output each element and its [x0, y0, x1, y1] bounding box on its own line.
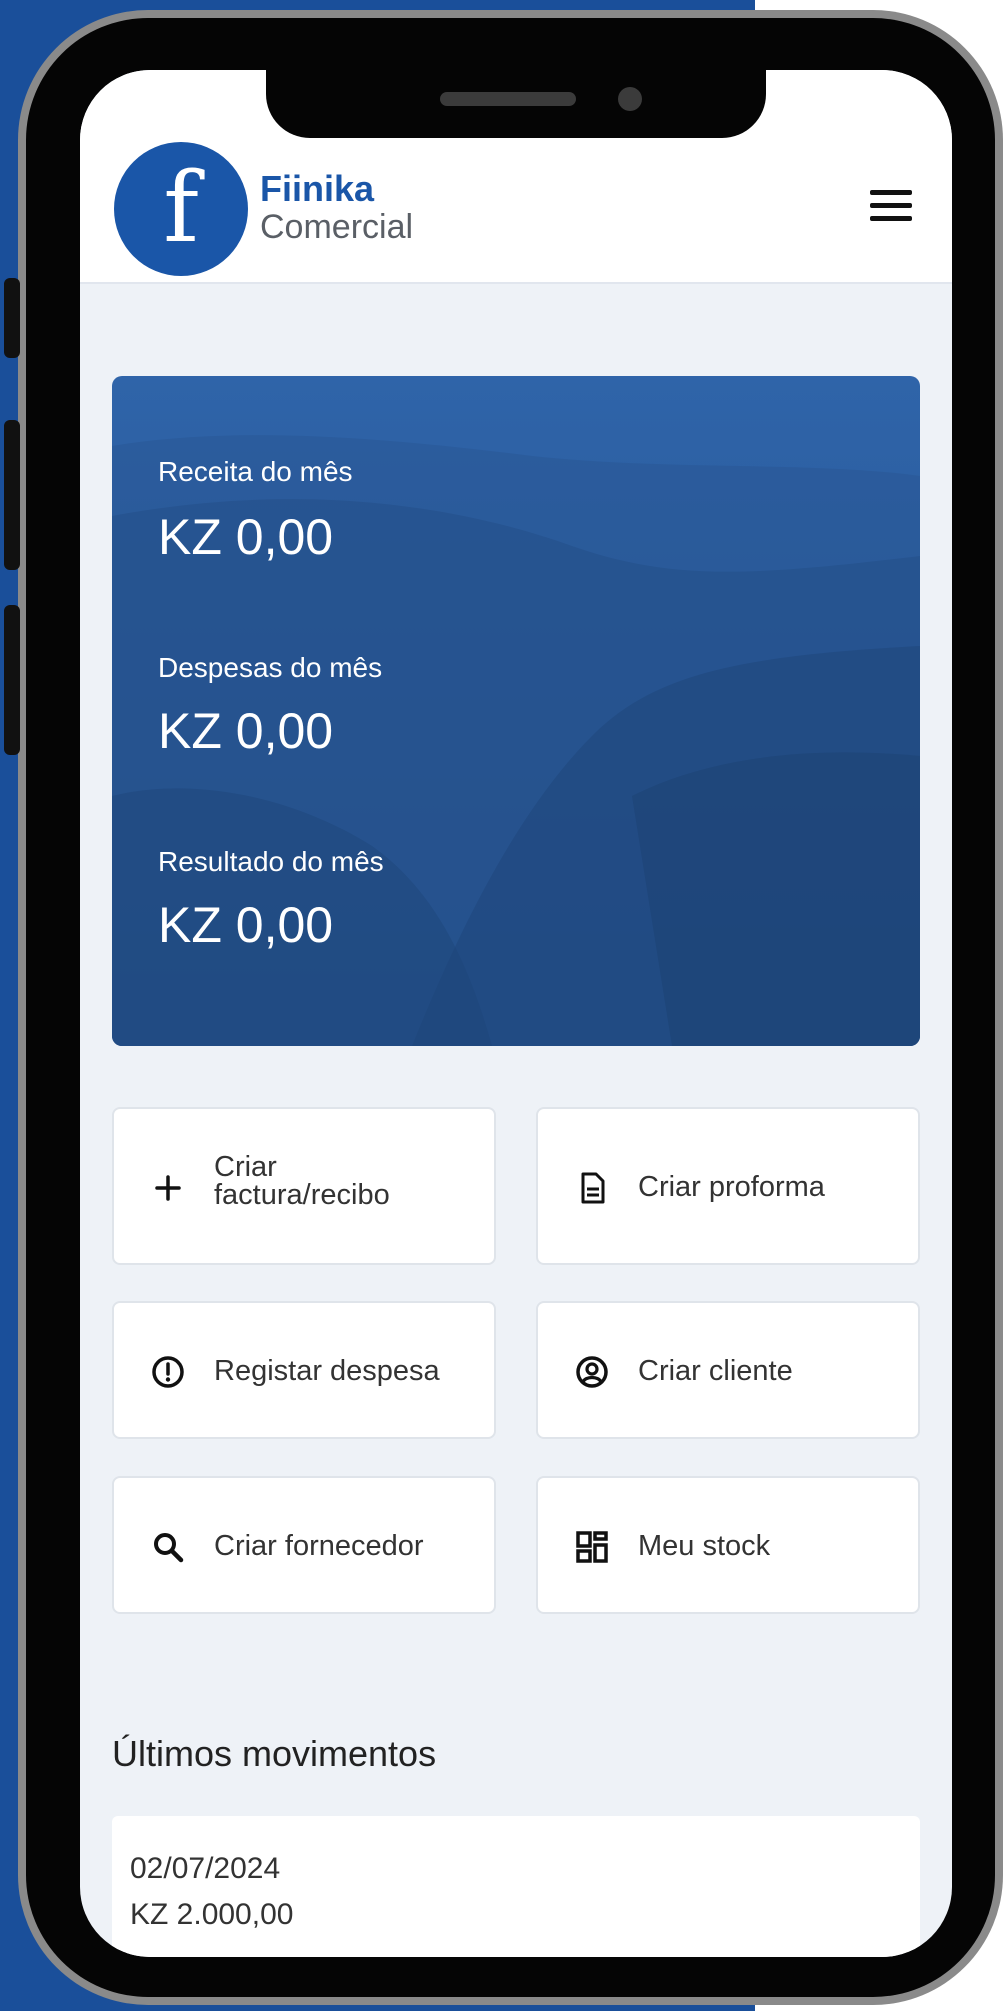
expenses-value: KZ 0,00: [158, 703, 334, 759]
monthly-summary-card: Receita do mês KZ 0,00 Despesas do mês K…: [112, 376, 920, 1046]
create-invoice-label: Criar factura/recibo: [214, 1151, 390, 1211]
user-circle-icon: [576, 1356, 608, 1388]
create-client-button[interactable]: Criar cliente: [536, 1301, 920, 1439]
my-stock-button[interactable]: Meu stock: [536, 1476, 920, 1614]
register-expense-label: Registar despesa: [214, 1355, 440, 1387]
movement-amount: KZ 2.000,00: [130, 1898, 294, 1931]
phone-notch: [266, 70, 766, 138]
create-supplier-label: Criar fornecedor: [214, 1530, 424, 1562]
expenses-label: Despesas do mês: [158, 652, 383, 683]
brand-logo[interactable]: f: [114, 142, 248, 276]
result-label: Resultado do mês: [158, 846, 384, 877]
camera-dot: [618, 87, 642, 111]
result-value: KZ 0,00: [158, 897, 334, 953]
grid-icon: [576, 1531, 608, 1563]
create-invoice-label-line1: Criar: [214, 1151, 277, 1183]
create-supplier-button[interactable]: Criar fornecedor: [112, 1476, 496, 1614]
my-stock-label: Meu stock: [638, 1530, 771, 1562]
document-icon: [581, 1172, 605, 1204]
create-client-label: Criar cliente: [638, 1355, 793, 1387]
register-expense-button[interactable]: Registar despesa: [112, 1301, 496, 1439]
create-proforma-label: Criar proforma: [638, 1171, 825, 1203]
app-screen: f Fiinika Comercial Receita do mês KZ 0,…: [80, 70, 952, 1957]
speaker-grille: [440, 92, 576, 106]
movements-title: Últimos movimentos: [112, 1733, 437, 1774]
create-invoice-button[interactable]: Criar factura/recibo: [112, 1107, 496, 1265]
brand-subtitle: Comercial: [260, 208, 414, 246]
movement-date: 02/07/2024: [130, 1852, 281, 1885]
search-icon: [154, 1533, 184, 1563]
alert-circle-icon: [152, 1356, 184, 1388]
phone-side-button: [4, 605, 20, 755]
create-proforma-button[interactable]: Criar proforma: [536, 1107, 920, 1265]
phone-side-button: [4, 278, 20, 358]
create-invoice-label-line2: factura/recibo: [214, 1179, 390, 1211]
revenue-value: KZ 0,00: [158, 509, 334, 565]
brand-name: Fiinika: [260, 168, 375, 209]
phone-side-button: [4, 420, 20, 570]
logo-letter: f: [163, 152, 199, 264]
plus-icon: [155, 1175, 181, 1201]
menu-icon[interactable]: [870, 190, 912, 222]
revenue-label: Receita do mês: [158, 456, 353, 487]
movement-list-item[interactable]: 02/07/2024 KZ 2.000,00: [112, 1816, 920, 1957]
